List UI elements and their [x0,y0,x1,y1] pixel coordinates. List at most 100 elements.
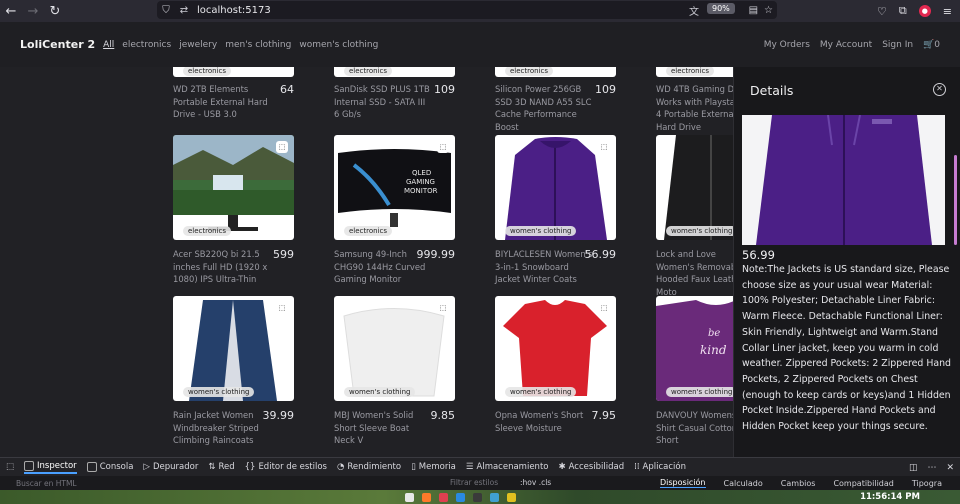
extension-badge-icon[interactable]: ● [918,5,931,17]
save-icon[interactable]: ⬚ [598,302,610,314]
devtools-toolbar: ⬚ Inspector Consola ▷ Depurador ⇅ Red {} Ed… [0,457,960,476]
product-image[interactable]: ⬚ women's clothing [334,296,455,401]
product-card[interactable]: QLED GAMING MONITOR ⬚ electronics Samsun… [334,135,484,295]
product-image[interactable]: be kind women's clothing [656,296,733,401]
category-tag: electronics [183,226,232,236]
tab-network[interactable]: ⇅ Red [208,462,234,472]
sign-in-link[interactable]: Sign In [882,40,913,50]
more-options-icon[interactable]: ⋯ [927,463,936,473]
category-link-mens-clothing[interactable]: men's clothing [225,40,291,50]
product-card[interactable]: ⬚ women's clothing Opna Women's Short Sl… [495,296,645,456]
product-image[interactable]: QLED GAMING MONITOR ⬚ electronics [334,135,455,240]
category-link-electronics[interactable]: electronics [122,40,171,50]
product-image[interactable]: ⬚ women's clothing [495,135,616,240]
product-title[interactable]: WD 4TB Gaming Drive Works with Playstati… [656,83,733,133]
product-card[interactable]: ⬚ women's clothing BIYLACLESEN Women's 3… [495,135,645,295]
category-tag: electronics [344,67,393,76]
url-bar[interactable]: ⛉ ⇄ localhost:5173 文 90% ▤ ☆ [157,1,777,19]
tab-style-editor[interactable]: {} Editor de estilos [245,462,327,472]
brand-logo[interactable]: LoliCenter 2 [20,38,95,51]
product-image[interactable]: ⬚ electronics [173,135,294,240]
site-info-icon[interactable]: ⇄ [175,5,193,16]
category-link-womens-clothing[interactable]: women's clothing [299,40,378,50]
shield-icon[interactable]: ⛉ [157,5,175,16]
details-price: 56.99 [742,248,775,262]
my-account-link[interactable]: My Account [820,40,872,50]
product-title[interactable]: Lock and Love Women's Removable Hooded F… [656,248,733,295]
tab-inspector[interactable]: Inspector [24,460,77,474]
subtab-fonts[interactable]: Tipogra [912,479,942,488]
tab-accessibility[interactable]: ✱ Accesibilidad [558,462,624,472]
tab-console[interactable]: Consola [86,462,134,472]
product-title[interactable]: DANVOUY Womens T Shirt Casual Cotton Sho… [656,409,733,447]
save-icon[interactable]: ⬚ [437,141,449,153]
console-icon [86,462,97,472]
category-link-jewelery[interactable]: jewelery [179,40,217,50]
save-icon[interactable]: ⬚ [437,302,449,314]
taskbar-app-icon[interactable] [405,492,414,502]
zoom-badge[interactable]: 90% [707,3,735,14]
reader-view-icon[interactable]: ▤ [749,5,758,16]
subtab-computed[interactable]: Calculado [724,479,763,488]
taskbar-app-icon[interactable] [422,492,431,502]
cart-button[interactable]: 🛒0 [923,40,940,50]
filter-styles-input[interactable]: Filtrar estilos [450,476,498,490]
forward-icon[interactable]: → [22,0,44,22]
accessibility-icon: ✱ [558,462,566,472]
taskbar-app-icon[interactable] [456,492,465,502]
product-card[interactable]: women's clothing Lock and Love Women's R… [656,135,733,295]
product-image[interactable]: ⬚ women's clothing [173,296,294,401]
app-menu-icon[interactable]: ≡ [943,5,952,18]
product-price: 9.85 [430,409,456,422]
category-tag: women's clothing [183,387,255,397]
product-image[interactable]: ⬚ women's clothing [495,296,616,401]
html-search-input[interactable]: Buscar en HTML [16,479,77,488]
product-card[interactable]: be kind women's clothing DANVOUY Womens … [656,296,733,456]
bookmark-star-icon[interactable]: ☆ [764,5,773,16]
application-icon: ⁞⁞ [634,462,640,472]
tab-label: Consola [99,462,134,472]
save-icon[interactable]: ⬚ [598,141,610,153]
back-icon[interactable]: ← [0,0,22,22]
browser-toolbar: ← → ↻ ⛉ ⇄ localhost:5173 文 90% ▤ ☆ ♡ ⧉ ●… [0,0,960,22]
product-image[interactable]: electronics [334,67,455,77]
taskbar-app-icon[interactable] [473,492,482,502]
tab-memory[interactable]: ▯ Memoria [411,462,456,472]
save-icon[interactable]: ⬚ [276,141,288,153]
translate-icon[interactable]: 文 [685,3,703,18]
product-card[interactable]: ⬚ women's clothing MBJ Women's Solid Sho… [334,296,484,456]
style-editor-icon: {} [244,462,256,472]
taskbar-app-icon[interactable] [439,492,448,502]
url-text[interactable]: localhost:5173 [197,5,271,16]
reload-icon[interactable]: ↻ [44,0,66,22]
product-image[interactable]: electronics [656,67,733,77]
subtab-compatibility[interactable]: Compatibilidad [833,479,893,488]
close-devtools-icon[interactable]: ✕ [946,463,954,473]
product-image[interactable]: electronics [173,67,294,77]
taskbar-app-icon[interactable] [490,492,499,502]
tab-storage[interactable]: ☰ Almacenamiento [466,462,549,472]
subtab-layout[interactable]: Disposición [660,478,706,488]
tab-label: Editor de estilos [258,462,327,472]
my-orders-link[interactable]: My Orders [764,40,810,50]
tab-application[interactable]: ⁞⁞ Aplicación [634,462,686,472]
details-scrollbar[interactable] [954,155,957,245]
product-card[interactable]: ⬚ electronics Acer SB220Q bi 21.5 inches… [173,135,323,295]
category-tag: women's clothing [666,226,733,236]
dock-icon[interactable]: ◫ [909,463,918,473]
close-icon[interactable]: ✕ [933,83,946,96]
element-picker-icon[interactable]: ⬚ [6,462,14,472]
pocket-icon[interactable]: ♡ [877,5,887,18]
hov-cls-toggle[interactable]: :hov .cls [520,476,551,490]
save-icon[interactable]: ⬚ [276,302,288,314]
tab-debugger[interactable]: ▷ Depurador [143,462,198,472]
extensions-icon[interactable]: ⧉ [899,4,907,18]
product-image[interactable]: electronics [495,67,616,77]
category-link-all[interactable]: All [103,40,114,50]
product-card[interactable]: ⬚ women's clothing Rain Jacket Women Win… [173,296,323,456]
taskbar-app-icon[interactable] [507,492,516,502]
subtab-changes[interactable]: Cambios [781,479,816,488]
product-image[interactable]: women's clothing [656,135,733,240]
tab-performance[interactable]: ◔ Rendimiento [337,462,401,472]
product-price: 7.95 [591,409,617,422]
